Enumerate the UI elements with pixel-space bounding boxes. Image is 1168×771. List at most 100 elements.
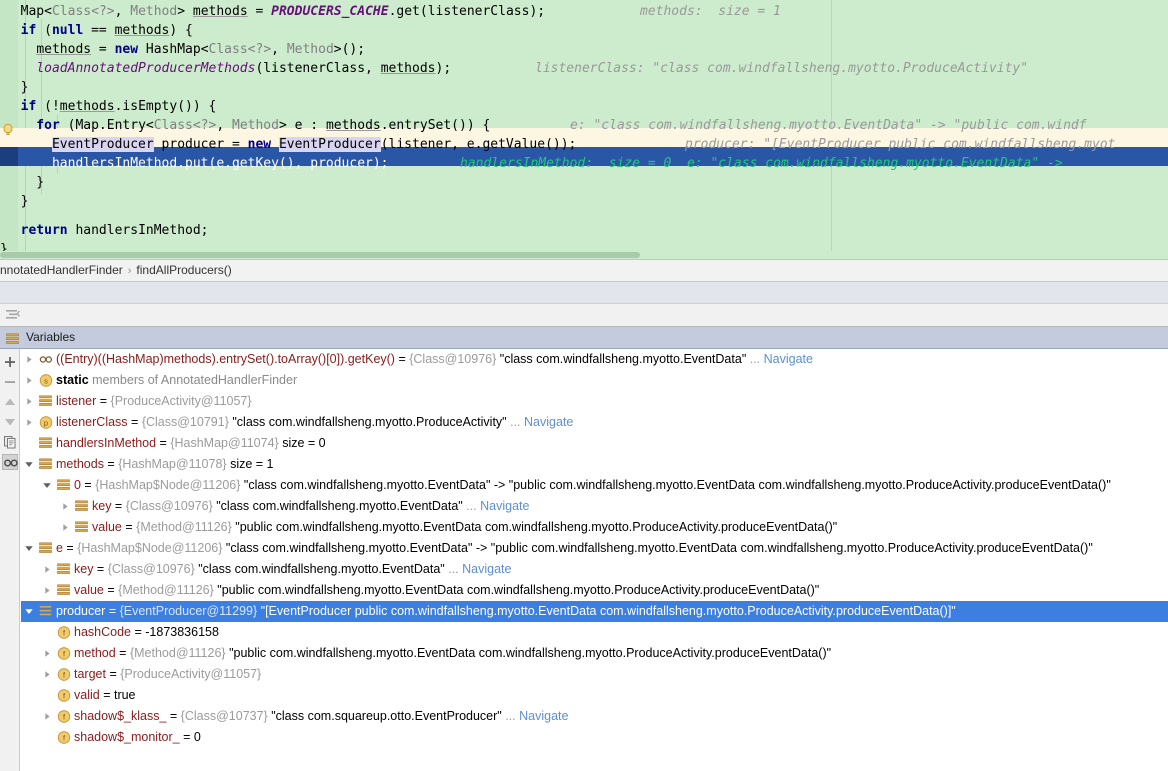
- field-icon: f: [57, 647, 71, 660]
- navigate-link[interactable]: Navigate: [764, 352, 813, 366]
- variable-value: size = 1: [230, 457, 274, 471]
- code-line-13[interactable]: return handlersInMethod;: [0, 221, 1168, 240]
- code-line-4[interactable]: loadAnnotatedProducerMethods(listenerCla…: [0, 59, 1168, 78]
- table-row[interactable]: f target = {ProduceActivity@11057}: [21, 664, 1168, 685]
- svg-text:s: s: [44, 377, 48, 386]
- sort-lines-icon[interactable]: [5, 308, 21, 322]
- code-line-11[interactable]: }: [0, 192, 1168, 211]
- variable-equals: =: [105, 667, 121, 681]
- variable-equals: =: [103, 583, 119, 597]
- chevron-down-icon[interactable]: [24, 607, 33, 616]
- field-icon: f: [57, 689, 71, 702]
- field-icon: f: [57, 668, 71, 681]
- navigate-link[interactable]: Navigate: [480, 499, 529, 513]
- chevron-right-icon[interactable]: [61, 523, 70, 532]
- breadcrumb-item-method[interactable]: findAllProducers(): [136, 263, 231, 277]
- parameter-icon: p: [39, 416, 53, 429]
- move-up-button[interactable]: [2, 394, 18, 410]
- variable-equals: =: [394, 352, 410, 366]
- variable-ref: {HashMap$Node@11206}: [77, 541, 223, 555]
- variable-value: "class com.windfallsheng.myotto.EventDat…: [216, 499, 463, 513]
- table-row[interactable]: listener = {ProduceActivity@11057}: [21, 391, 1168, 412]
- table-row[interactable]: ((Entry)((HashMap)methods).entrySet().to…: [21, 349, 1168, 370]
- chevron-right-icon[interactable]: [43, 565, 52, 574]
- variable-value: "class com.windfallsheng.myotto.EventDat…: [499, 352, 747, 366]
- chevron-down-icon[interactable]: [42, 481, 51, 490]
- remove-watch-button[interactable]: [2, 374, 18, 390]
- panel-splitter[interactable]: [0, 281, 1168, 303]
- variables-tree[interactable]: ((Entry)((HashMap)methods).entrySet().to…: [21, 349, 1168, 771]
- table-row[interactable]: f valid = true: [21, 685, 1168, 706]
- object-icon: [75, 521, 88, 534]
- chevron-right-icon[interactable]: [25, 418, 34, 427]
- navigate-link[interactable]: Navigate: [519, 709, 568, 723]
- table-row[interactable]: e = {HashMap$Node@11206} "class com.wind…: [21, 538, 1168, 559]
- table-row[interactable]: key = {Class@10976} "class com.windfalls…: [21, 559, 1168, 580]
- variables-panel[interactable]: ((Entry)((HashMap)methods).entrySet().to…: [0, 349, 1168, 771]
- table-row[interactable]: 0 = {HashMap$Node@11206} "class com.wind…: [21, 475, 1168, 496]
- code-editor[interactable]: Map<Class<?>, Method> methods = PRODUCER…: [0, 0, 1168, 259]
- table-row[interactable]: f shadow$_klass_ = {Class@10737} "class …: [21, 706, 1168, 727]
- navigate-link[interactable]: Navigate: [524, 415, 573, 429]
- code-text-layer[interactable]: Map<Class<?>, Method> methods = PRODUCER…: [0, 0, 1168, 257]
- variable-name: key: [74, 562, 94, 576]
- table-row[interactable]: p listenerClass = {Class@10791} "class c…: [21, 412, 1168, 433]
- table-row[interactable]: handlersInMethod = {HashMap@11074} size …: [21, 433, 1168, 454]
- code-line-9[interactable]: handlersInMethod.put(e.getKey(), produce…: [0, 154, 1168, 173]
- chevron-right-icon[interactable]: [43, 670, 52, 679]
- code-line-2[interactable]: if (null == methods) {: [0, 21, 1168, 40]
- variable-equals: =: [166, 709, 181, 723]
- variable-value: "public com.windfallsheng.myotto.EventDa…: [217, 583, 820, 597]
- code-line-8[interactable]: EventProducer producer = new EventProduc…: [0, 135, 1168, 154]
- code-line-3[interactable]: methods = new HashMap<Class<?>, Method>(…: [0, 40, 1168, 59]
- table-row-selected[interactable]: producer = {EventProducer@11299} "[Event…: [21, 601, 1168, 622]
- inspect-button[interactable]: [2, 454, 18, 470]
- variable-name: shadow$_klass_: [74, 709, 167, 723]
- debug-toolbar[interactable]: [0, 303, 1168, 327]
- variable-name: value: [92, 520, 122, 534]
- variable-equals: =: [93, 562, 108, 576]
- chevron-right-icon[interactable]: [25, 355, 34, 364]
- code-line-10[interactable]: }: [0, 173, 1168, 192]
- variable-name: methods: [56, 457, 104, 471]
- add-watch-button[interactable]: [2, 354, 18, 370]
- variables-sidebar-toolbar[interactable]: [0, 349, 20, 771]
- table-row[interactable]: f method = {Method@11126} "public com.wi…: [21, 643, 1168, 664]
- breadcrumb-item-class[interactable]: nnotatedHandlerFinder: [0, 263, 123, 277]
- variables-tab-header[interactable]: Variables: [0, 327, 1168, 349]
- chevron-right-icon[interactable]: [25, 376, 34, 385]
- table-row[interactable]: methods = {HashMap@11078} size = 1: [21, 454, 1168, 475]
- breadcrumb-separator: ›: [127, 265, 132, 277]
- variable-value: "class com.squareup.otto.EventProducer": [271, 709, 502, 723]
- breadcrumb[interactable]: nnotatedHandlerFinder › findAllProducers(): [0, 259, 1168, 281]
- navigate-link[interactable]: Navigate: [462, 562, 511, 576]
- chevron-right-icon[interactable]: [43, 586, 52, 595]
- variable-ref: {HashMap@11074}: [170, 436, 279, 450]
- code-line-6[interactable]: if (!methods.isEmpty()) {: [0, 97, 1168, 116]
- chevron-down-icon[interactable]: [24, 544, 33, 553]
- chevron-right-icon[interactable]: [43, 649, 52, 658]
- variable-name: valid: [74, 688, 100, 702]
- table-row[interactable]: f hashCode = -1873836158: [21, 622, 1168, 643]
- chevron-down-icon[interactable]: [24, 460, 33, 469]
- code-line-7[interactable]: for (Map.Entry<Class<?>, Method> e : met…: [0, 116, 1168, 135]
- table-row[interactable]: value = {Method@11126} "public com.windf…: [21, 580, 1168, 601]
- variable-equals: =: [179, 730, 194, 744]
- code-line-1[interactable]: Map<Class<?>, Method> methods = PRODUCER…: [0, 2, 1168, 21]
- variable-value: -1873836158: [145, 625, 219, 639]
- code-line-5[interactable]: }: [0, 78, 1168, 97]
- copy-value-button[interactable]: [2, 434, 18, 450]
- chevron-right-icon[interactable]: [25, 397, 34, 406]
- chevron-right-icon[interactable]: [61, 502, 70, 511]
- table-row[interactable]: f shadow$_monitor_ = 0: [21, 727, 1168, 748]
- editor-horizontal-scrollbar-thumb[interactable]: [0, 252, 640, 258]
- variables-icon: [6, 332, 19, 344]
- variable-ref: {HashMap$Node@11206}: [95, 478, 241, 492]
- table-row[interactable]: value = {Method@11126} "public com.windf…: [21, 517, 1168, 538]
- variable-value: true: [113, 688, 136, 702]
- variable-name: ((Entry)((HashMap)methods).entrySet().to…: [56, 352, 395, 366]
- chevron-right-icon[interactable]: [43, 712, 52, 721]
- table-row[interactable]: s static members of AnnotatedHandlerFind…: [21, 370, 1168, 391]
- table-row[interactable]: key = {Class@10976} "class com.windfalls…: [21, 496, 1168, 517]
- move-down-button[interactable]: [2, 414, 18, 430]
